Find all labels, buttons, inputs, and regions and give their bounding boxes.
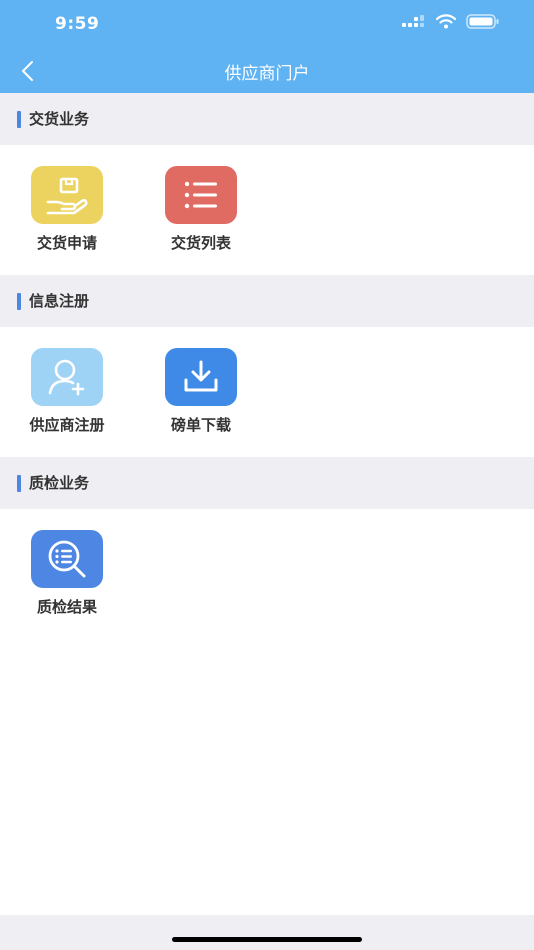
tile-delivery-list[interactable]: 交货列表 [134,146,268,256]
tile-weight-ticket-download[interactable]: 磅单下载 [134,328,268,438]
page-title: 供应商门户 [224,64,310,84]
section-title: 交货业务 [29,110,90,128]
tile-label: 交货列表 [170,234,231,252]
tile-label: 质检结果 [36,598,97,616]
add-user-icon [31,348,103,406]
home-indicator[interactable] [172,937,362,942]
bottom-safe-area [0,915,534,950]
tile-supplier-registration[interactable]: 供应商注册 [0,328,134,438]
section-accent-bar [17,293,21,310]
tile-quality-result[interactable]: 质检结果 [0,510,134,620]
section-header-quality: 质检业务 [0,457,534,509]
search-list-icon [31,530,103,588]
tile-label: 磅单下载 [170,416,231,434]
battery-icon [466,14,499,29]
tile-label: 供应商注册 [29,416,105,434]
tile-delivery-application[interactable]: 交货申请 [0,146,134,256]
status-time: 9:59 [55,14,100,34]
section-header-delivery: 交货业务 [0,93,534,145]
section-header-registration: 信息注册 [0,275,534,327]
download-icon [165,348,237,406]
section-title: 信息注册 [29,292,90,310]
section-accent-bar [17,475,21,492]
section-title: 质检业务 [29,474,90,492]
status-icons [402,14,500,29]
top-bar: 9:59 供应商门户 [0,0,534,93]
package-hand-icon [31,166,103,224]
list-icon [165,166,237,224]
wifi-icon [436,14,456,29]
cellular-signal-icon [402,14,424,27]
section-accent-bar [17,111,21,128]
tile-label: 交货申请 [36,234,97,252]
